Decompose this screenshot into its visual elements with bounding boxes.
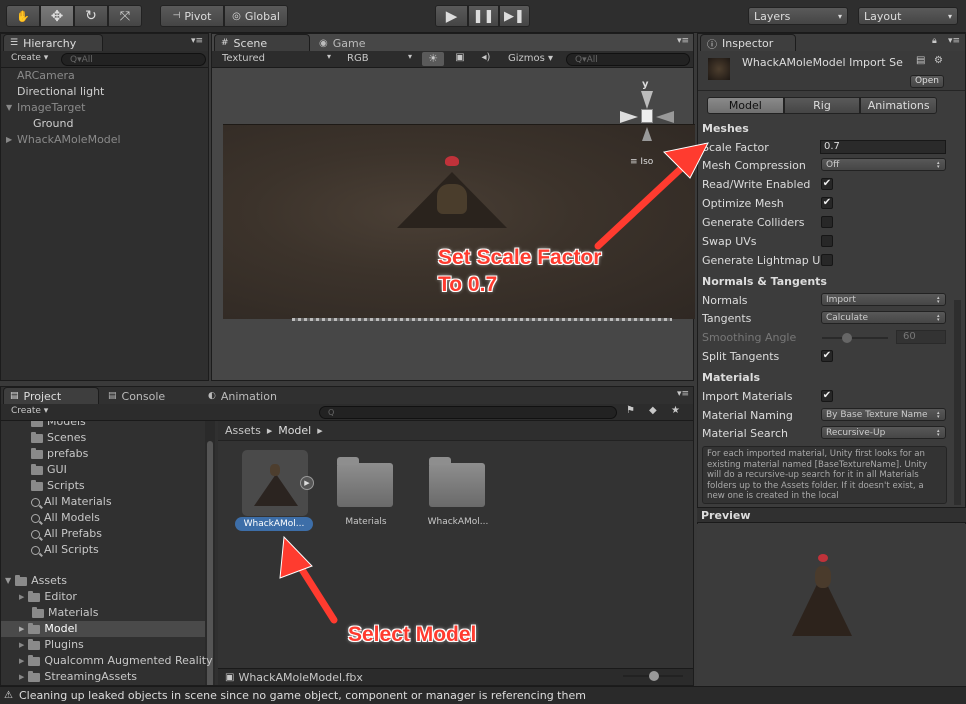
scale-callout-line2: To 0.7 xyxy=(438,273,498,296)
annotation-arrows xyxy=(279,142,709,624)
select-model-callout: Select Model xyxy=(348,623,477,646)
scale-factor-arrow xyxy=(594,142,709,250)
select-model-arrow xyxy=(279,535,338,624)
scale-factor-callout: Set Scale Factor To 0.7 xyxy=(438,244,601,298)
scale-callout-line1: Set Scale Factor xyxy=(438,246,602,269)
